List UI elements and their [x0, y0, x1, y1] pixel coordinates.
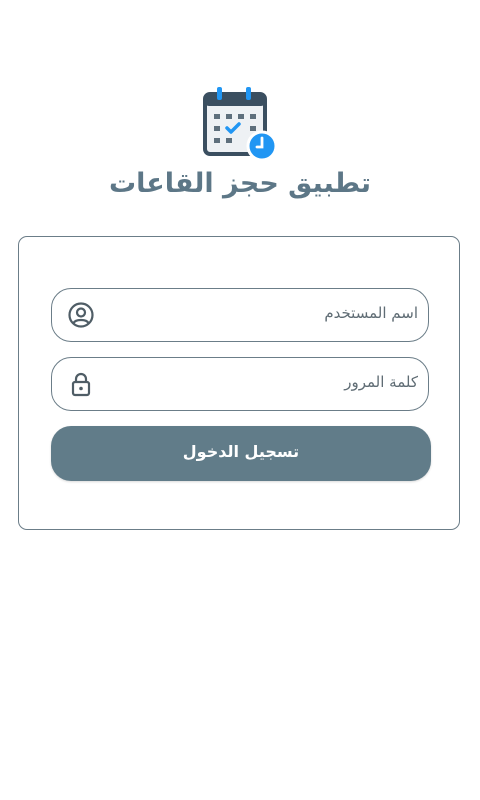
app-title: تطبيق حجز القاعات — [108, 168, 371, 199]
password-field[interactable] — [51, 357, 429, 411]
calendar-clock-icon — [199, 86, 279, 162]
username-field[interactable] — [51, 288, 429, 342]
username-input[interactable] — [108, 289, 418, 341]
lock-icon — [68, 371, 94, 397]
user-circle-icon — [68, 302, 94, 328]
login-card: تسجيل الدخول — [18, 236, 460, 530]
password-input[interactable] — [108, 358, 418, 410]
login-button[interactable]: تسجيل الدخول — [51, 426, 431, 481]
